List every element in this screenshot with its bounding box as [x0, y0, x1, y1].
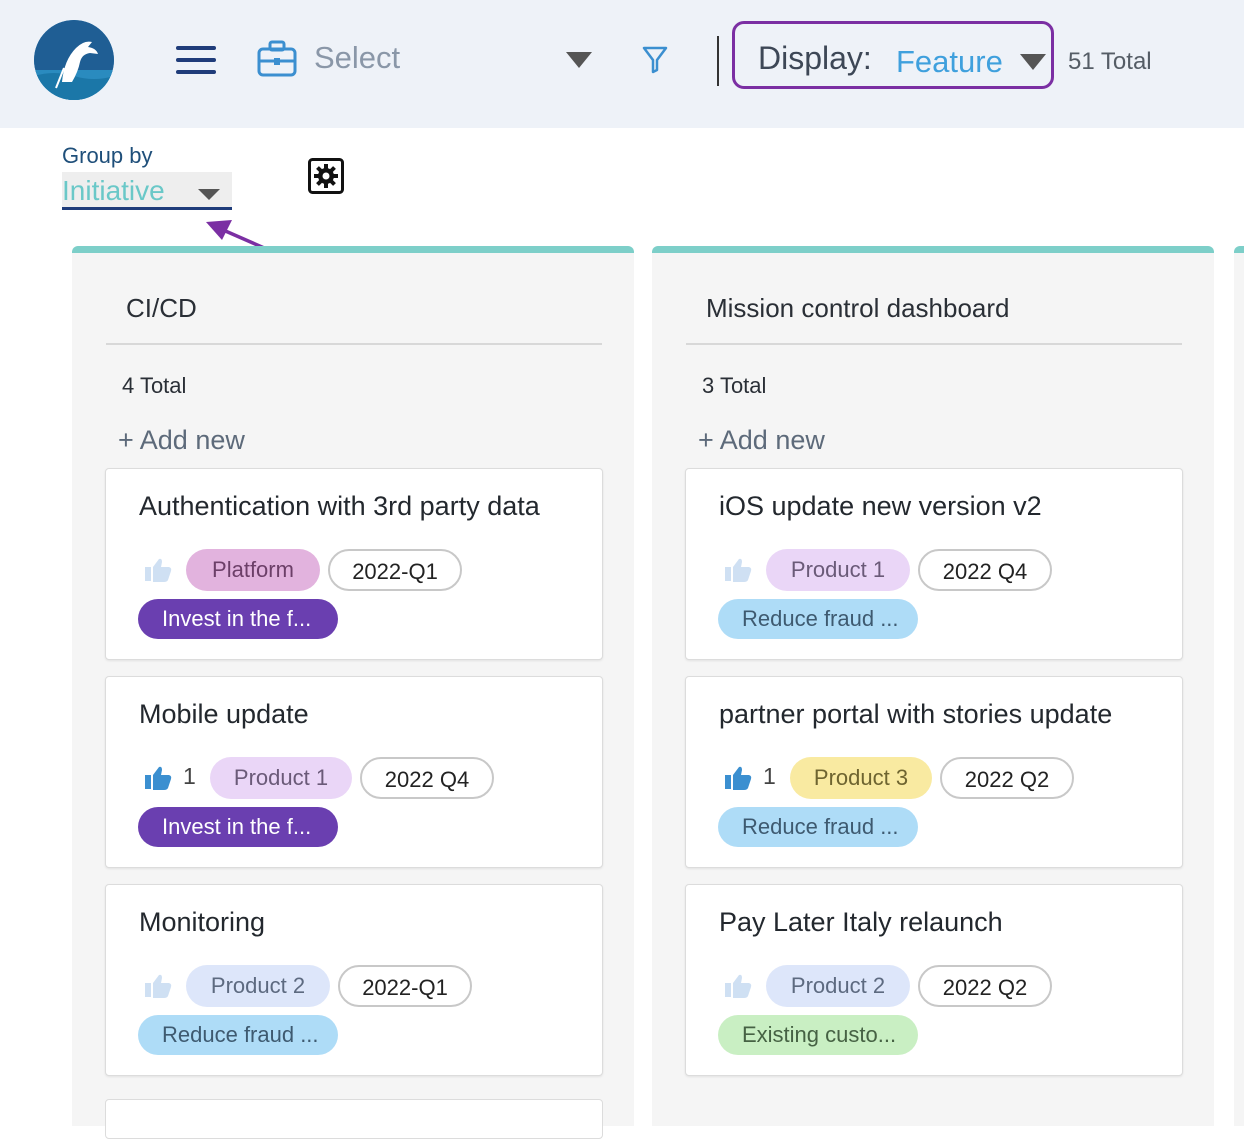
- display-label: Display:: [758, 40, 872, 76]
- menu-icon[interactable]: [176, 46, 216, 74]
- quarter-pill[interactable]: 2022 Q4: [918, 549, 1052, 591]
- thumbs-up-icon[interactable]: [144, 973, 172, 1004]
- column-title: Mission control dashboard: [706, 293, 1010, 323]
- card-title: partner portal with stories update: [719, 699, 1113, 729]
- thumbs-up-icon[interactable]: [144, 765, 172, 796]
- top-bar: Select Display: Feature 51 Total: [0, 0, 1244, 128]
- product-pill[interactable]: Platform: [186, 549, 320, 591]
- feature-card[interactable]: iOS update new version v2 Product 1 2022…: [685, 468, 1183, 660]
- add-new-button[interactable]: + Add new: [118, 425, 245, 456]
- feature-card[interactable]: [105, 1099, 603, 1139]
- product-pill[interactable]: Product 2: [766, 965, 910, 1007]
- board-column-partial: [1234, 246, 1244, 1126]
- filter-icon[interactable]: [642, 46, 668, 79]
- groupby-select[interactable]: Initiative: [62, 172, 232, 210]
- product-pill[interactable]: Product 3: [790, 757, 932, 799]
- initiative-tag[interactable]: Reduce fraud ...: [718, 807, 918, 847]
- initiative-tag[interactable]: Existing custo...: [718, 1015, 918, 1055]
- add-new-button[interactable]: + Add new: [698, 425, 825, 456]
- initiative-tag[interactable]: Reduce fraud ...: [138, 1015, 338, 1055]
- initiative-tag[interactable]: Invest in the f...: [138, 807, 338, 847]
- feature-card[interactable]: Monitoring Product 2 2022-Q1 Reduce frau…: [105, 884, 603, 1076]
- column-total: 3 Total: [702, 373, 767, 398]
- feature-card[interactable]: Mobile update 1 Product 1 2022 Q4 Invest…: [105, 676, 603, 868]
- display-select[interactable]: Feature: [896, 44, 1003, 80]
- groupby-label: Group by: [62, 143, 153, 168]
- quarter-pill[interactable]: 2022 Q2: [940, 757, 1074, 799]
- briefcase-icon: [257, 40, 297, 83]
- column-divider: [686, 343, 1182, 345]
- quarter-pill[interactable]: 2022-Q1: [338, 965, 472, 1007]
- thumbs-up-icon[interactable]: [724, 765, 752, 796]
- like-count: 1: [183, 763, 196, 789]
- product-pill[interactable]: Product 1: [210, 757, 352, 799]
- feature-card[interactable]: partner portal with stories update 1 Pro…: [685, 676, 1183, 868]
- like-count: 1: [763, 763, 776, 789]
- groupby-value: Initiative: [62, 175, 165, 206]
- feature-card[interactable]: Pay Later Italy relaunch Product 2 2022 …: [685, 884, 1183, 1076]
- chevron-down-icon[interactable]: [566, 52, 592, 75]
- project-select[interactable]: Select: [314, 40, 400, 76]
- quarter-pill[interactable]: 2022 Q2: [918, 965, 1052, 1007]
- dragon-logo[interactable]: [34, 20, 114, 100]
- chevron-down-icon[interactable]: [1020, 54, 1046, 77]
- initiative-tag[interactable]: Reduce fraud ...: [718, 599, 918, 639]
- board-column: CI/CD 4 Total + Add new Authentication w…: [72, 246, 634, 1139]
- product-pill[interactable]: Product 2: [186, 965, 330, 1007]
- column-title: CI/CD: [126, 293, 197, 323]
- feature-card[interactable]: Authentication with 3rd party data Platf…: [105, 468, 603, 660]
- card-title: Monitoring: [139, 907, 266, 937]
- thumbs-up-icon[interactable]: [724, 973, 752, 1004]
- total-count: 51 Total: [1068, 48, 1152, 75]
- board-column: Mission control dashboard 3 Total + Add …: [652, 246, 1214, 1126]
- toolbar-divider: [717, 36, 719, 86]
- quarter-pill[interactable]: 2022-Q1: [328, 549, 462, 591]
- card-title: Authentication with 3rd party data: [139, 491, 540, 521]
- card-title: Pay Later Italy relaunch: [719, 907, 1003, 937]
- card-title: iOS update new version v2: [719, 491, 1042, 521]
- column-divider: [106, 343, 602, 345]
- gear-icon[interactable]: [308, 158, 344, 194]
- initiative-tag[interactable]: Invest in the f...: [138, 599, 338, 639]
- column-total: 4 Total: [122, 373, 187, 398]
- card-title: Mobile update: [139, 699, 309, 729]
- chevron-down-icon: [198, 188, 220, 206]
- thumbs-up-icon[interactable]: [144, 557, 172, 588]
- quarter-pill[interactable]: 2022 Q4: [360, 757, 494, 799]
- product-pill[interactable]: Product 1: [766, 549, 910, 591]
- thumbs-up-icon[interactable]: [724, 557, 752, 588]
